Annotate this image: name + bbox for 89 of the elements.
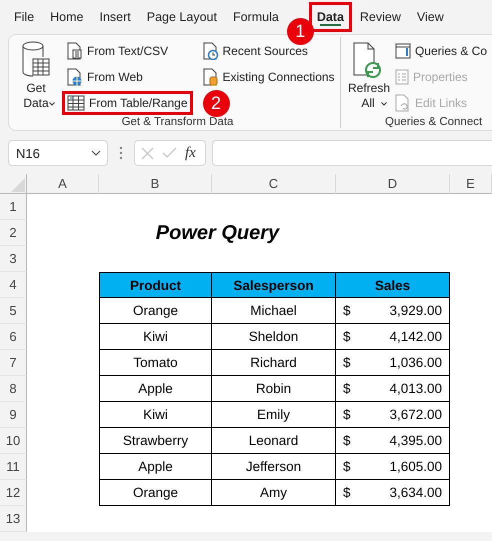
row-header[interactable]: 11 — [0, 454, 27, 480]
currency-symbol: $ — [343, 329, 351, 344]
ribbon-button[interactable]: Queries & Co — [390, 39, 492, 63]
formula-input[interactable] — [212, 140, 492, 166]
table-cell: Emily — [212, 402, 336, 428]
ribbon-button[interactable]: From Web — [62, 65, 148, 89]
row-header[interactable]: 12 — [0, 480, 27, 506]
ribbon-tab[interactable]: File — [6, 2, 42, 32]
row-header[interactable]: 4 — [0, 272, 27, 298]
table-cell: Leonard — [212, 428, 336, 454]
column-header[interactable]: C — [212, 174, 336, 194]
table-cell: Orange — [99, 298, 212, 324]
ribbon-tab[interactable]: Data — [308, 2, 352, 32]
currency-symbol: $ — [343, 407, 351, 422]
column-heading: Product — [99, 272, 212, 298]
group-label: Queries & Connect — [384, 115, 484, 129]
currency-symbol: $ — [343, 381, 351, 396]
ribbon-tab[interactable]: Insert — [92, 2, 139, 32]
row-header[interactable]: 7 — [0, 350, 27, 376]
row-header[interactable]: 9 — [0, 402, 27, 428]
large-ribbon-button[interactable]: Get Data — [15, 39, 57, 115]
row-header[interactable]: 13 — [0, 506, 27, 532]
select-all-icon[interactable] — [11, 178, 25, 192]
name-box[interactable]: N16 — [8, 140, 108, 166]
table-cell: Orange — [99, 480, 212, 506]
cancel-icon[interactable] — [141, 146, 154, 160]
currency-symbol: $ — [343, 459, 351, 474]
currency-symbol: $ — [343, 485, 351, 500]
sales-amount: 3,634.00 — [389, 485, 442, 500]
check-icon[interactable] — [162, 147, 177, 159]
table-cell: Sheldon — [212, 324, 336, 350]
row-header[interactable]: 8 — [0, 376, 27, 402]
table-cell: Amy — [212, 480, 336, 506]
table-cell: Robin — [212, 376, 336, 402]
web-file-icon — [67, 68, 83, 86]
ribbon-button[interactable]: From Text/CSV — [62, 39, 174, 63]
group-label: Get & Transform Data — [120, 115, 234, 129]
table-cell: Richard — [212, 350, 336, 376]
drag-handle-icon[interactable] — [119, 146, 123, 160]
row-header[interactable]: 3 — [0, 246, 27, 272]
sales-amount: 3,929.00 — [389, 303, 442, 318]
column-header[interactable]: A — [27, 174, 99, 194]
clock-file-icon — [202, 42, 218, 60]
table-cell: Apple — [99, 454, 212, 480]
ribbon-tab[interactable]: Formula — [224, 2, 287, 32]
sales-amount: 4,013.00 — [389, 381, 442, 396]
row-header[interactable]: 1 — [0, 194, 27, 220]
insert-function-button[interactable]: fx — [185, 144, 196, 162]
currency-symbol: $ — [343, 355, 351, 370]
ribbon-tab[interactable]: Page Layout — [138, 2, 225, 32]
ribbon-button[interactable]: Existing Connections — [198, 65, 340, 89]
sales-amount: 1,605.00 — [389, 459, 442, 474]
sales-amount: 4,395.00 — [389, 433, 442, 448]
ribbon-tab[interactable]: Home — [42, 2, 92, 32]
ribbon-tab[interactable]: View — [408, 2, 452, 32]
currency-symbol: $ — [343, 303, 351, 318]
row-header[interactable]: 10 — [0, 428, 27, 454]
link-file-icon — [394, 94, 411, 112]
currency-symbol: $ — [343, 433, 351, 448]
refresh-icon — [352, 41, 384, 81]
ribbon-tab[interactable]: Review — [352, 2, 409, 32]
large-ribbon-button[interactable]: Refresh All — [347, 39, 389, 115]
panel-icon — [394, 43, 411, 59]
step-number: 2 — [202, 90, 230, 117]
sales-amount: 4,142.00 — [389, 329, 442, 344]
table-cell: Tomato — [99, 350, 212, 376]
row-header[interactable]: 6 — [0, 324, 27, 350]
ribbon-button[interactable]: From Table/Range — [62, 91, 192, 115]
column-header[interactable]: B — [99, 174, 212, 194]
table-cell: Kiwi — [99, 324, 212, 350]
table-cell: Kiwi — [99, 402, 212, 428]
column-header[interactable]: D — [336, 174, 450, 194]
sales-amount: 1,036.00 — [389, 355, 442, 370]
table-icon — [67, 95, 85, 111]
table-cell: Apple — [99, 376, 212, 402]
chevron-down-icon — [91, 150, 101, 156]
row-header[interactable]: 2 — [0, 220, 27, 246]
sales-amount: 3,672.00 — [389, 407, 442, 422]
table-cell: Strawberry — [99, 428, 212, 454]
row-header[interactable]: 5 — [0, 298, 27, 324]
text-file-icon — [67, 42, 83, 60]
database-file-icon — [202, 68, 218, 86]
column-heading: Salesperson — [212, 272, 336, 298]
table-cell: Jefferson — [212, 454, 336, 480]
column-heading: Sales — [336, 272, 450, 298]
table-cell: Michael — [212, 298, 336, 324]
list-icon — [394, 69, 409, 85]
sheet-title: Power Query — [156, 222, 280, 244]
column-header[interactable]: E — [450, 174, 492, 194]
